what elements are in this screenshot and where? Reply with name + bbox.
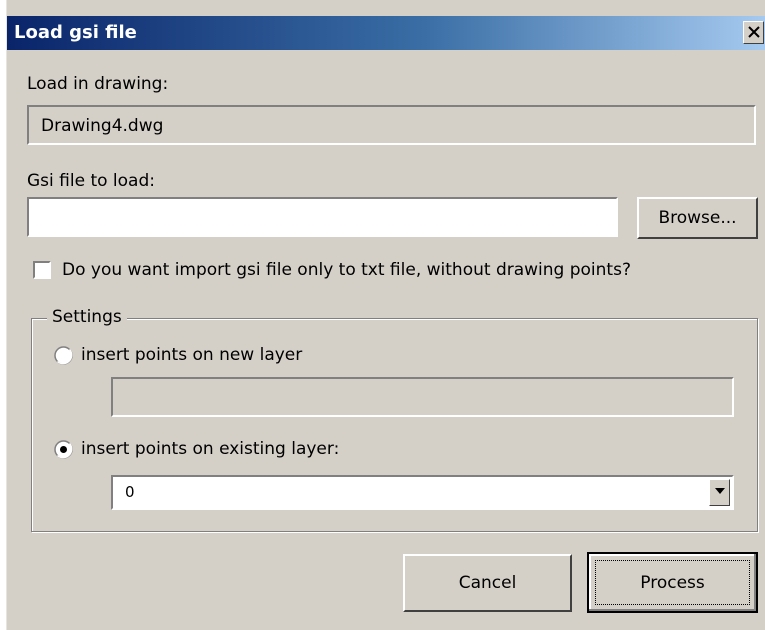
- dropdown-button[interactable]: [709, 479, 730, 506]
- existing-layer-label: insert points on existing layer:: [81, 439, 340, 459]
- settings-legend: Settings: [47, 305, 127, 329]
- gsi-file-input[interactable]: [27, 197, 618, 237]
- new-layer-name-field[interactable]: [111, 377, 734, 417]
- close-icon: [747, 26, 760, 38]
- txt-only-checkbox[interactable]: [33, 261, 51, 279]
- new-layer-radio[interactable]: [54, 346, 73, 365]
- browse-button[interactable]: Browse...: [637, 197, 758, 239]
- window-title: Load gsi file: [14, 22, 137, 43]
- existing-layer-radio[interactable]: [54, 440, 73, 459]
- focus-rectangle: [595, 560, 750, 605]
- title-bar: Load gsi file: [7, 16, 765, 50]
- drawing-name-value: Drawing4.dwg: [41, 116, 164, 136]
- existing-layer-value: 0: [125, 483, 135, 501]
- gsi-file-label: Gsi file to load:: [27, 171, 155, 191]
- existing-layer-select[interactable]: 0: [111, 475, 734, 510]
- close-button[interactable]: [743, 21, 764, 44]
- drawing-name-field: Drawing4.dwg: [27, 105, 756, 145]
- load-in-drawing-label: Load in drawing:: [27, 74, 169, 94]
- chevron-down-icon: [714, 488, 725, 494]
- cancel-button[interactable]: Cancel: [403, 554, 572, 612]
- load-gsi-dialog: Load gsi file Load in drawing: Drawing4.…: [6, 0, 765, 630]
- txt-only-label: Do you want import gsi file only to txt …: [62, 260, 631, 280]
- process-button[interactable]: Process: [587, 552, 758, 613]
- new-layer-label: insert points on new layer: [81, 345, 303, 365]
